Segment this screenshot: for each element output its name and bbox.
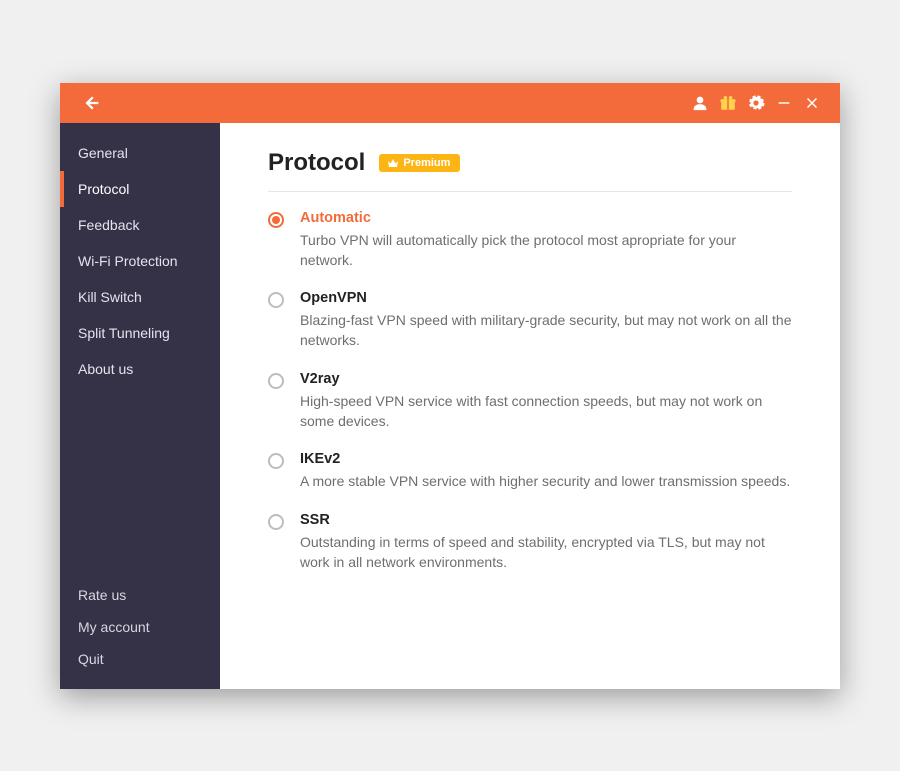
sidebar-item-label: Feedback [78,217,139,233]
crown-icon [387,158,399,168]
content-area: Protocol Premium Automatic Turbo VPN will… [220,123,840,689]
sidebar-item-label: My account [78,619,150,635]
window-body: General Protocol Feedback Wi-Fi Protecti… [60,123,840,689]
option-title: V2ray [300,371,792,387]
option-body: SSR Outstanding in terms of speed and sta… [300,512,792,573]
option-body: OpenVPN Blazing-fast VPN speed with milit… [300,290,792,351]
account-icon[interactable] [686,89,714,117]
protocol-options: Automatic Turbo VPN will automatically pi… [268,210,792,573]
sidebar-item-wifi-protection[interactable]: Wi-Fi Protection [60,243,220,279]
sidebar-bottom: Rate us My account Quit [60,579,220,689]
sidebar-item-rate-us[interactable]: Rate us [60,579,220,611]
premium-label: Premium [403,156,450,170]
sidebar-item-label: About us [78,361,133,377]
protocol-option[interactable]: SSR Outstanding in terms of speed and sta… [268,512,792,573]
premium-badge: Premium [379,154,460,172]
gift-icon[interactable] [714,89,742,117]
sidebar-item-label: Rate us [78,587,126,603]
app-window: General Protocol Feedback Wi-Fi Protecti… [60,83,840,689]
sidebar-item-my-account[interactable]: My account [60,611,220,643]
option-description: Turbo VPN will automatically pick the pr… [300,230,792,271]
titlebar [60,83,840,123]
sidebar: General Protocol Feedback Wi-Fi Protecti… [60,123,220,689]
option-description: Outstanding in terms of speed and stabil… [300,532,792,573]
radio-icon[interactable] [268,373,284,389]
sidebar-item-label: Protocol [78,181,129,197]
protocol-option[interactable]: Automatic Turbo VPN will automatically pi… [268,210,792,271]
option-title: SSR [300,512,792,528]
sidebar-item-label: Kill Switch [78,289,142,305]
radio-icon[interactable] [268,292,284,308]
minimize-button[interactable] [770,89,798,117]
option-body: Automatic Turbo VPN will automatically pi… [300,210,792,271]
sidebar-item-quit[interactable]: Quit [60,643,220,675]
back-button[interactable] [78,89,106,117]
sidebar-item-feedback[interactable]: Feedback [60,207,220,243]
option-body: IKEv2 A more stable VPN service with high… [300,451,792,491]
protocol-option[interactable]: OpenVPN Blazing-fast VPN speed with milit… [268,290,792,351]
sidebar-item-label: Quit [78,651,104,667]
sidebar-item-label: General [78,145,128,161]
sidebar-item-label: Wi-Fi Protection [78,253,178,269]
option-description: A more stable VPN service with higher se… [300,471,792,491]
sidebar-item-general[interactable]: General [60,135,220,171]
sidebar-item-about-us[interactable]: About us [60,351,220,387]
sidebar-item-split-tunneling[interactable]: Split Tunneling [60,315,220,351]
sidebar-item-protocol[interactable]: Protocol [60,171,220,207]
option-description: Blazing-fast VPN speed with military-gra… [300,310,792,351]
protocol-option[interactable]: V2ray High-speed VPN service with fast co… [268,371,792,432]
option-title: OpenVPN [300,290,792,306]
radio-icon[interactable] [268,514,284,530]
option-description: High-speed VPN service with fast connect… [300,391,792,432]
option-title: IKEv2 [300,451,792,467]
option-body: V2ray High-speed VPN service with fast co… [300,371,792,432]
sidebar-item-label: Split Tunneling [78,325,170,341]
option-title: Automatic [300,210,792,226]
radio-icon[interactable] [268,212,284,228]
sidebar-item-kill-switch[interactable]: Kill Switch [60,279,220,315]
close-button[interactable] [798,89,826,117]
settings-icon[interactable] [742,89,770,117]
radio-icon[interactable] [268,453,284,469]
protocol-option[interactable]: IKEv2 A more stable VPN service with high… [268,451,792,491]
page-header: Protocol Premium [268,149,792,192]
page-title: Protocol [268,149,365,177]
